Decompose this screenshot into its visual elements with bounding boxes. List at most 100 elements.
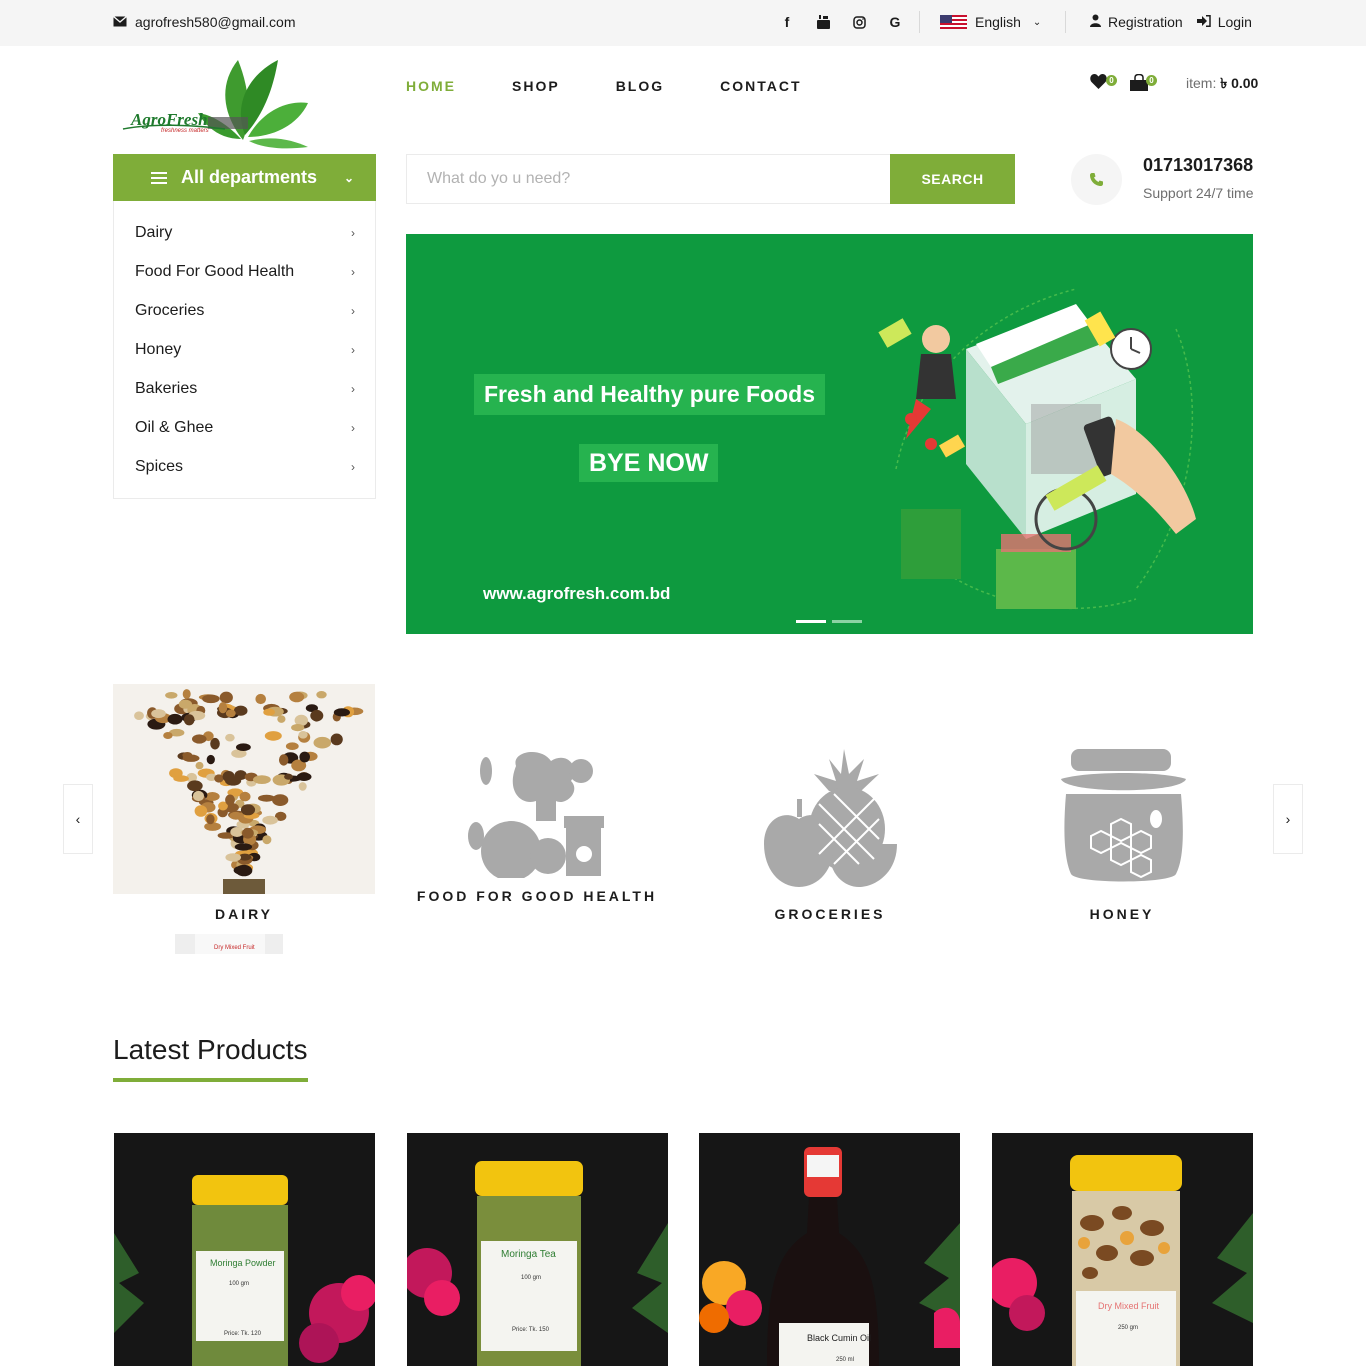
dried-fruit-piece bbox=[194, 805, 208, 817]
departments-list: Dairy › Food For Good Health › Groceries › … bbox=[113, 201, 376, 499]
dried-fruit-piece bbox=[165, 692, 178, 699]
registration-label: Registration bbox=[1108, 14, 1183, 30]
category-card-honey[interactable]: HONEY bbox=[991, 684, 1253, 954]
dry-mixed-fruit-peek-image: Dry Mixed Fruit bbox=[175, 934, 283, 954]
category-card-food-for-good-health[interactable]: FOOD FOR GOOD HEALTH bbox=[406, 684, 668, 954]
search-input[interactable] bbox=[406, 154, 890, 204]
moringa-tea-image: Moringa Tea 100 gm Price: Tk. 150 bbox=[407, 1161, 668, 1366]
dried-fruit-piece bbox=[204, 822, 221, 831]
dried-fruit-piece bbox=[214, 774, 224, 783]
nav-home[interactable]: HOME bbox=[406, 78, 456, 94]
slide-dot[interactable] bbox=[832, 620, 862, 623]
slide-dot[interactable] bbox=[796, 620, 826, 623]
dried-fruit-piece bbox=[284, 773, 293, 780]
category-card-dairy[interactable]: DAIRY Dry Mixed Fruit bbox=[113, 684, 375, 954]
login-link[interactable]: Login bbox=[1196, 14, 1252, 30]
chevron-right-icon: › bbox=[1285, 811, 1291, 827]
nav-contact[interactable]: CONTACT bbox=[720, 78, 801, 94]
wishlist-button[interactable]: 0 bbox=[1090, 74, 1120, 94]
fruits-icon bbox=[764, 749, 897, 887]
category-label: GROCERIES bbox=[774, 906, 886, 922]
dried-fruit-piece bbox=[182, 754, 200, 762]
carousel-prev-button[interactable]: ‹ bbox=[63, 784, 93, 854]
product-price: Price: Tk. 120 bbox=[224, 1331, 262, 1337]
cart-button[interactable]: 0 bbox=[1130, 73, 1160, 94]
carousel-next-button[interactable]: › bbox=[1273, 784, 1303, 854]
vegetables-icon bbox=[468, 751, 604, 878]
dried-fruit-piece bbox=[202, 694, 220, 704]
department-label: Oil & Ghee bbox=[135, 418, 214, 436]
departments-title: All departments bbox=[181, 167, 318, 187]
product-card[interactable]: Black Cumin Oil 250 ml bbox=[699, 1133, 960, 1366]
search-button[interactable]: SEARCH bbox=[890, 154, 1015, 204]
dried-fruit-piece bbox=[206, 754, 215, 765]
support-phone[interactable]: 01713017368 bbox=[1143, 155, 1253, 176]
dried-fruit-piece bbox=[167, 713, 183, 725]
product-card[interactable]: Moringa Powder 100 gm Price: Tk. 120 bbox=[114, 1133, 375, 1366]
department-item[interactable]: Groceries › bbox=[114, 291, 375, 330]
dried-fruit-piece bbox=[298, 731, 308, 739]
department-label: Bakeries bbox=[135, 379, 198, 397]
department-item[interactable]: Dairy › bbox=[114, 213, 375, 252]
hero-slide-dots bbox=[796, 620, 862, 623]
chevron-right-icon: › bbox=[351, 342, 355, 357]
cart-total: item: ৳ 0.00 bbox=[1186, 72, 1258, 96]
dried-fruit-piece bbox=[187, 780, 203, 792]
all-departments-toggle[interactable]: All departments ⌄ bbox=[113, 154, 376, 201]
dried-fruit-piece bbox=[298, 782, 307, 791]
moringa-powder-image: Moringa Powder 100 gm Price: Tk. 120 bbox=[114, 1175, 375, 1366]
social-links: f G bbox=[778, 12, 904, 32]
hero-cta-button[interactable]: BYE NOW bbox=[579, 444, 719, 482]
department-item[interactable]: Honey › bbox=[114, 330, 375, 369]
product-card[interactable]: Dry Mixed Fruit 250 gm bbox=[992, 1133, 1253, 1366]
nav-blog[interactable]: BLOG bbox=[616, 78, 664, 94]
site-logo[interactable]: AgroFresh freshness matters bbox=[113, 55, 313, 150]
language-selector[interactable]: English ⌄ bbox=[940, 14, 1041, 30]
department-item[interactable]: Food For Good Health › bbox=[114, 252, 375, 291]
dried-fruit-piece bbox=[225, 776, 242, 786]
hero-banner[interactable]: Fresh and Healthy pure Foods BYE NOW www… bbox=[406, 234, 1253, 634]
divider bbox=[919, 11, 920, 33]
instagram-icon[interactable] bbox=[850, 12, 868, 32]
youtube-icon[interactable] bbox=[814, 12, 832, 32]
dried-fruit-piece bbox=[264, 731, 282, 741]
product-weight: 100 gm bbox=[521, 1275, 541, 1281]
heart-icon bbox=[1090, 74, 1107, 89]
dried-fruit-piece bbox=[312, 714, 321, 722]
dried-fruit-piece bbox=[291, 724, 305, 732]
dried-fruit-piece bbox=[134, 711, 144, 720]
menu-icon bbox=[151, 171, 167, 184]
category-card-groceries[interactable]: GROCERIES bbox=[699, 684, 961, 954]
chevron-right-icon: › bbox=[351, 459, 355, 474]
email-text: agrofresh580@gmail.com bbox=[135, 14, 296, 30]
dried-fruit-piece bbox=[272, 794, 289, 806]
peek-product-label: Dry Mixed Fruit bbox=[214, 945, 255, 951]
user-icon bbox=[1090, 14, 1101, 30]
main-nav: HOME SHOP BLOG CONTACT bbox=[406, 78, 802, 94]
dry-mixed-fruit-image: Dry Mixed Fruit 250 gm bbox=[992, 1155, 1253, 1366]
header-email[interactable]: agrofresh580@gmail.com bbox=[113, 14, 296, 30]
product-label: Black Cumin Oil bbox=[807, 1333, 871, 1343]
category-label: HONEY bbox=[1089, 906, 1155, 922]
cart-item-label: item: bbox=[1186, 75, 1217, 91]
dried-fruit-piece bbox=[163, 732, 173, 739]
product-label: Moringa Tea bbox=[501, 1249, 556, 1260]
chevron-down-icon: ⌄ bbox=[1032, 16, 1042, 28]
dried-fruit-piece bbox=[173, 775, 189, 782]
google-icon[interactable]: G bbox=[886, 12, 904, 32]
envelope-icon bbox=[113, 14, 127, 30]
product-card[interactable]: Moringa Tea 100 gm Price: Tk. 150 bbox=[407, 1133, 668, 1366]
department-item[interactable]: Oil & Ghee › bbox=[114, 408, 375, 447]
facebook-icon[interactable]: f bbox=[778, 12, 796, 32]
black-cumin-oil-image: Black Cumin Oil 250 ml bbox=[699, 1147, 960, 1366]
department-item[interactable]: Spices › bbox=[114, 447, 375, 486]
dried-fruit-piece bbox=[206, 814, 215, 825]
sign-in-icon bbox=[1196, 14, 1211, 30]
product-weight: 250 gm bbox=[1118, 1325, 1138, 1331]
department-label: Dairy bbox=[135, 223, 173, 241]
department-item[interactable]: Bakeries › bbox=[114, 369, 375, 408]
registration-link[interactable]: Registration bbox=[1090, 14, 1183, 30]
dried-fruit-piece bbox=[262, 815, 278, 825]
nav-shop[interactable]: SHOP bbox=[512, 78, 560, 94]
dried-fruit-piece bbox=[289, 691, 305, 703]
